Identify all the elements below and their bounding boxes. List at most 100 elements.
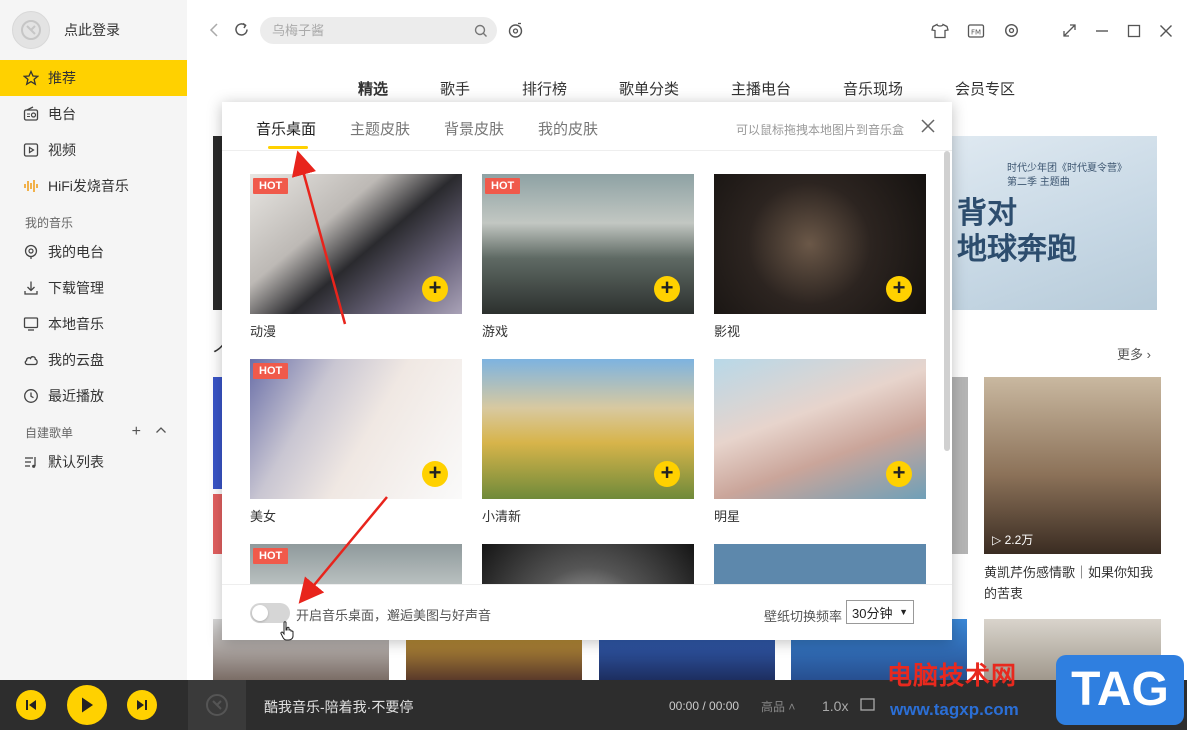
watermark-url: www.tagxp.com [890,700,1019,719]
sidebar-item-hifi[interactable]: HiFi发烧音乐 [0,168,187,204]
close-icon[interactable] [920,118,936,137]
toggle-knob [252,605,268,621]
wallpaper-thumbnail: HOT + [482,174,694,314]
wallpaper-tile-anime[interactable]: HOT + 动漫 [250,174,462,340]
wallpaper-grid: HOT + 动漫 HOT + 游戏 + 影视 HOT + 美女 + 小清新 + … [222,151,952,584]
wallpaper-tile[interactable]: HOT [250,544,462,584]
my-radio-icon [22,243,40,261]
tab-background-skin[interactable]: 背景皮肤 [444,118,504,149]
quality-label: 高品 [761,700,786,714]
wallpaper-tile-film[interactable]: + 影视 [714,174,926,340]
wallpaper-tile[interactable] [714,544,926,584]
wallpaper-tile-celebrity[interactable]: + 明星 [714,359,926,525]
song-title[interactable]: 酷我音乐-陪着我·不要停 [264,697,413,717]
tab-theme-skin[interactable]: 主题皮肤 [350,118,410,149]
fm-icon[interactable]: FM [967,23,985,39]
next-icon [137,700,147,710]
maximize-icon[interactable] [1127,24,1141,38]
play-button[interactable] [67,685,107,725]
add-playlist-icon[interactable]: + [132,423,141,441]
sidebar-item-video[interactable]: 视频 [0,132,187,168]
tab-anchor-radio[interactable]: 主播电台 [731,78,843,99]
drag-hint: 可以鼠标拖拽本地图片到音乐盒 [735,123,904,137]
sidebar-item-radio[interactable]: 电台 [0,96,187,132]
next-button[interactable] [127,690,157,720]
search-icon[interactable] [474,24,488,41]
hot-badge: HOT [253,178,289,194]
scrollbar-thumb[interactable] [944,151,950,451]
switch-frequency-select[interactable]: 30分钟 ▼ [846,600,914,624]
wallpaper-tile-beauty[interactable]: HOT + 美女 [250,359,462,525]
album-cover[interactable] [188,680,246,730]
sidebar-item-recommend[interactable]: 推荐 [0,60,187,96]
add-wallpaper-icon[interactable]: + [886,461,912,487]
sidebar-item-label: 我的电台 [48,244,104,260]
add-wallpaper-icon[interactable]: + [422,461,448,487]
add-wallpaper-icon[interactable]: + [654,276,680,302]
previous-button[interactable] [16,690,46,720]
login-area[interactable]: 点此登录 [0,0,187,60]
wallpaper-label: 动漫 [250,324,277,339]
search-input[interactable] [260,17,497,44]
refresh-icon[interactable] [233,21,250,41]
login-link[interactable]: 点此登录 [64,20,120,40]
previous-icon [26,700,36,710]
sidebar-item-my-radio[interactable]: 我的电台 [0,234,187,270]
tab-playlist-categories[interactable]: 歌单分类 [619,78,731,99]
playlist-card[interactable]: ▷ 2.2万 [984,377,1161,554]
sidebar-item-downloads[interactable]: 下载管理 [0,270,187,306]
tab-featured[interactable]: 精选 [358,78,440,99]
playlist-actions: + [132,423,167,441]
playlist-card-title[interactable]: 黄凯芹伤感情歌｜如果你知我的苦衷 [984,562,1164,604]
add-wallpaper-icon[interactable]: + [422,276,448,302]
music-desktop-toggle[interactable] [250,603,290,623]
watermark-logo: TAG [1056,655,1184,725]
lyrics-icon[interactable] [860,698,875,715]
settings-icon[interactable] [1003,22,1020,39]
playlist-card[interactable] [952,377,968,554]
avatar[interactable] [12,11,50,49]
wallpaper-thumbnail: HOT + [250,359,462,499]
clock-icon [22,387,40,405]
tab-vip[interactable]: 会员专区 [955,78,1015,99]
wallpaper-tile[interactable] [482,544,694,584]
sidebar-item-local-music[interactable]: 本地音乐 [0,306,187,342]
sidebar-item-cloud[interactable]: 我的云盘 [0,342,187,378]
collapse-icon[interactable] [155,423,167,441]
section-title-custom-playlists: 自建歌单 + [0,414,187,444]
more-label: 更多 [1117,347,1144,362]
back-icon[interactable] [209,22,219,43]
add-wallpaper-icon[interactable]: + [886,276,912,302]
speed-button[interactable]: 1.0x [822,698,848,714]
wallpaper-tile-fresh[interactable]: + 小清新 [482,359,694,525]
tab-my-skin[interactable]: 我的皮肤 [538,118,598,149]
tab-singers[interactable]: 歌手 [440,78,522,99]
quality-select[interactable]: 高品 ˄ [761,698,795,715]
tab-live-music[interactable]: 音乐现场 [843,78,955,99]
wallpaper-thumbnail: HOT + [250,174,462,314]
kuwo-logo-icon [206,694,228,716]
close-window-icon[interactable] [1159,24,1173,38]
listen-recognize-icon[interactable] [507,22,524,42]
sidebar: 点此登录 推荐 电台 视频 HiFi发烧音乐 我的音乐 我的电台 下载管理 本地… [0,0,187,680]
skin-icon[interactable] [931,23,949,39]
sidebar-item-label: 我的云盘 [48,352,104,368]
sidebar-item-label: 视频 [48,142,76,158]
sidebar-item-recent[interactable]: 最近播放 [0,378,187,414]
category-tabs: 精选 歌手 排行榜 歌单分类 主播电台 音乐现场 会员专区 [358,78,1015,99]
tab-charts[interactable]: 排行榜 [522,78,619,99]
wallpaper-label: 明星 [714,509,741,524]
scrollbar[interactable] [942,151,952,584]
sidebar-item-default-list[interactable]: 默认列表 [0,444,187,480]
tab-music-desktop[interactable]: 音乐桌面 [256,118,316,149]
sidebar-item-label: 最近播放 [48,388,104,404]
hand-cursor-icon [280,621,294,641]
minimize-icon[interactable] [1095,24,1109,38]
sidebar-item-label: 默认列表 [48,454,104,470]
mini-mode-icon[interactable] [1062,23,1077,38]
wallpaper-thumbnail: + [714,174,926,314]
add-wallpaper-icon[interactable]: + [654,461,680,487]
radio-icon [22,105,40,123]
more-link[interactable]: 更多 › [1117,344,1151,363]
wallpaper-tile-games[interactable]: HOT + 游戏 [482,174,694,340]
